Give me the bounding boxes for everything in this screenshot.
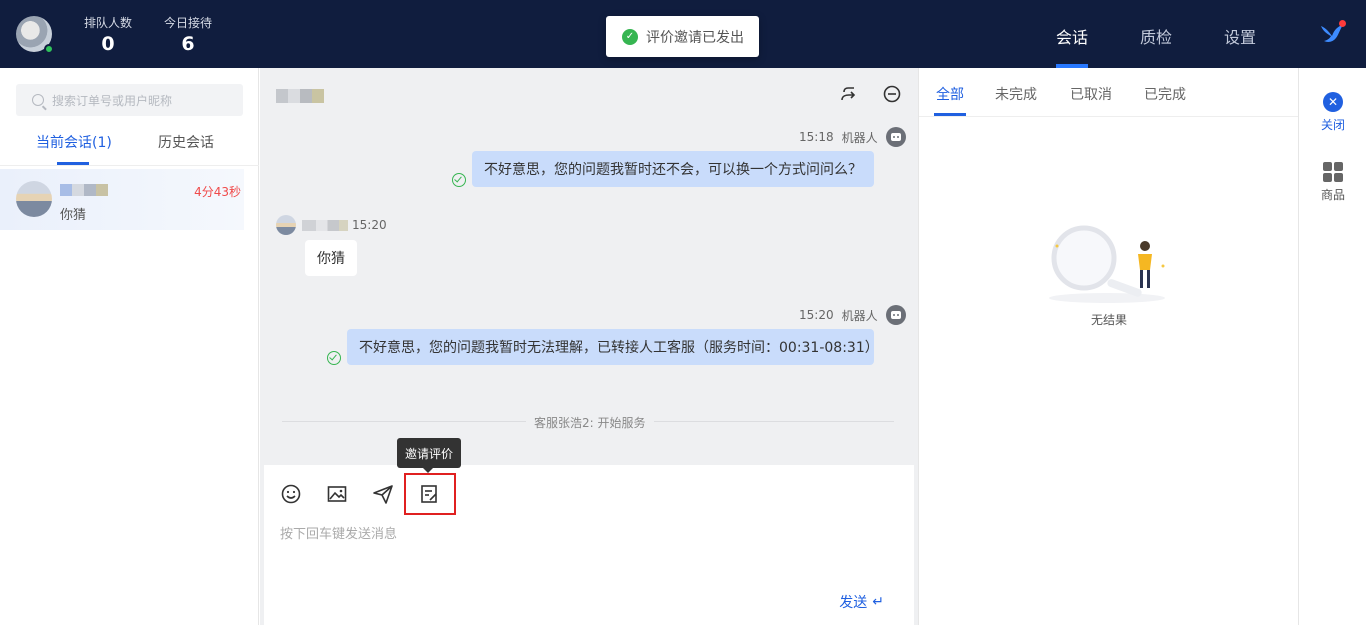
robot-icon	[885, 305, 906, 325]
invite-rating-tooltip: 邀请评价	[397, 438, 461, 473]
send-label: 发送	[839, 595, 868, 611]
search-icon	[32, 94, 44, 106]
close-button[interactable]: ✕ 关闭	[1299, 92, 1366, 133]
queue-stat: 排队人数 0	[84, 14, 132, 55]
tab-current-conversations[interactable]: 当前会话(1)	[36, 132, 112, 152]
products-label: 商品	[1320, 188, 1345, 202]
customer-avatar	[16, 181, 52, 217]
send-button[interactable]: 发送 ↵	[839, 592, 884, 612]
divider	[0, 165, 259, 166]
message-meta: 15:18 机器人	[799, 127, 906, 147]
customer-name-blurred	[302, 220, 348, 231]
empty-result-illustration	[1049, 225, 1165, 303]
robot-icon	[885, 127, 906, 147]
message-input[interactable]: 按下回车键发送消息	[280, 523, 397, 542]
nav-settings[interactable]: 设置	[1224, 24, 1256, 48]
conversation-last-message: 你猜	[60, 208, 87, 223]
today-count: 6	[181, 33, 195, 55]
search-placeholder: 搜索订单号或用户昵称	[52, 93, 173, 108]
conversation-item[interactable]: 你猜 4分43秒	[0, 169, 244, 230]
read-check-icon	[452, 173, 466, 187]
online-status-icon	[44, 44, 54, 54]
system-notice: 客服张浩2: 开始服务	[526, 414, 654, 431]
message-sender: 机器人	[841, 130, 878, 145]
message-sender: 机器人	[841, 308, 878, 323]
divider	[919, 116, 1299, 117]
message-time: 15:20	[799, 308, 834, 322]
nav-conversation[interactable]: 会话	[1056, 24, 1088, 48]
message-bubble: 不好意思，您的问题我暂时无法理解，已转接人工客服（服务时间：00:31-08:3…	[347, 329, 879, 365]
empty-result-text: 无结果	[1090, 313, 1127, 327]
tab-all[interactable]: 全部	[936, 84, 964, 104]
enter-key-icon: ↵	[872, 594, 884, 610]
send-link-icon[interactable]	[372, 483, 394, 505]
end-session-icon[interactable]	[882, 84, 902, 104]
today-label: 今日接待	[164, 16, 213, 30]
close-label: 关闭	[1320, 118, 1345, 132]
order-panel: 全部 未完成 已取消 已完成 无结果	[918, 68, 1299, 625]
close-icon: ✕	[1323, 92, 1343, 112]
queue-label: 排队人数	[84, 16, 133, 30]
success-toast: ✓ 评价邀请已发出	[606, 16, 759, 57]
grid-icon	[1323, 162, 1343, 182]
top-bar: 排队人数 0 今日接待 6 ✓ 评价邀请已发出 会话 质检 设置	[0, 0, 1366, 68]
products-button[interactable]: 商品	[1299, 162, 1366, 203]
search-input[interactable]: 搜索订单号或用户昵称	[16, 84, 243, 116]
image-icon[interactable]	[326, 483, 348, 505]
invite-rating-highlight	[404, 473, 456, 515]
nav-quality-check[interactable]: 质检	[1140, 24, 1172, 48]
chat-title-blurred	[276, 89, 324, 103]
transfer-icon[interactable]	[838, 84, 858, 104]
message-meta: 15:20	[352, 218, 387, 232]
message-bubble: 你猜	[305, 240, 357, 276]
right-sidebar: ✕ 关闭 商品	[1298, 68, 1366, 625]
notification-dot	[1339, 20, 1346, 27]
toast-text: 评价邀请已发出	[646, 29, 744, 46]
read-check-icon	[327, 351, 341, 365]
today-stat: 今日接待 6	[164, 14, 212, 55]
agent-avatar[interactable]	[16, 16, 54, 54]
tab-completed[interactable]: 已完成	[1144, 84, 1186, 104]
queue-count: 0	[101, 33, 115, 55]
emoji-icon[interactable]	[280, 483, 302, 505]
conversation-timer: 4分43秒	[194, 185, 241, 199]
customer-name-blurred	[60, 184, 108, 196]
message-composer: 按下回车键发送消息 发送 ↵	[264, 465, 914, 625]
chat-panel: 15:18 机器人 不好意思，您的问题我暂时还不会，可以换一个方式问问么？ 15…	[260, 68, 918, 625]
tab-incomplete[interactable]: 未完成	[995, 84, 1037, 104]
message-meta: 15:20 机器人	[799, 305, 906, 325]
conversation-list-panel: 搜索订单号或用户昵称 当前会话(1) 历史会话 你猜 4分43秒	[0, 68, 259, 625]
customer-avatar-small	[276, 215, 296, 235]
message-bubble: 不好意思，您的问题我暂时还不会，可以换一个方式问问么？	[472, 151, 874, 187]
message-time: 15:18	[799, 130, 834, 144]
tab-cancelled[interactable]: 已取消	[1070, 84, 1112, 104]
tab-history-conversations[interactable]: 历史会话	[158, 132, 214, 152]
message-time: 15:20	[352, 218, 387, 232]
check-circle-icon: ✓	[622, 28, 638, 45]
